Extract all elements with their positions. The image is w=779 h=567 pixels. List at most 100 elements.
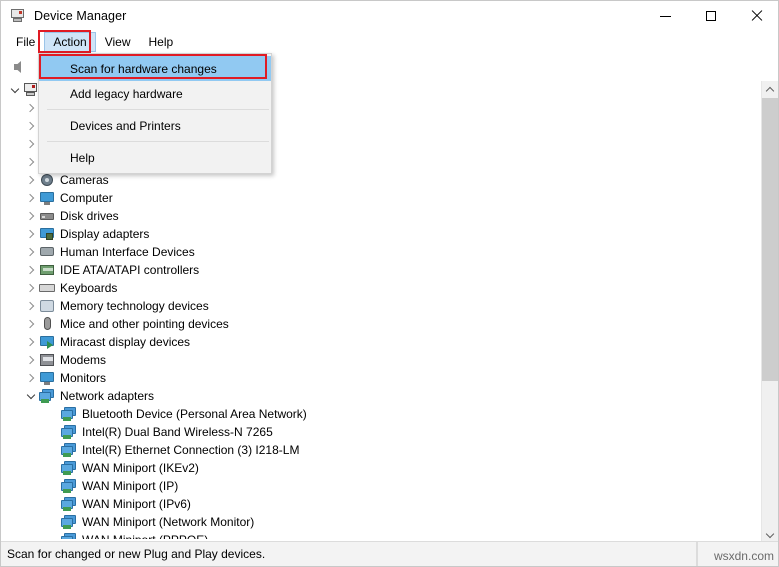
tree-row-label: Modems xyxy=(60,353,107,367)
display-adapter-icon xyxy=(39,226,55,242)
miracast-icon xyxy=(39,334,55,350)
window-title: Device Manager xyxy=(34,9,127,23)
tree-row-memory-tech[interactable]: Memory technology devices xyxy=(1,297,763,315)
expander-memory-tech[interactable] xyxy=(23,298,39,314)
tree-row-disk-drives[interactable]: Disk drives xyxy=(1,207,763,225)
expander-modems[interactable] xyxy=(23,352,39,368)
minimize-icon xyxy=(659,15,671,17)
expander-disk-drives[interactable] xyxy=(23,208,39,224)
tree-row-device[interactable]: WAN Miniport (IPv6) xyxy=(1,495,763,513)
action-dropdown-menu[interactable]: Scan for hardware changes Add legacy har… xyxy=(38,53,272,174)
expander-hidden-2[interactable] xyxy=(23,118,39,134)
tree-row-display-adapters[interactable]: Display adapters xyxy=(1,225,763,243)
menu-file[interactable]: File xyxy=(7,32,44,52)
menu-help[interactable]: Help xyxy=(140,32,183,52)
tree-row-label: Mice and other pointing devices xyxy=(60,317,229,331)
status-message: Scan for changed or new Plug and Play de… xyxy=(7,547,266,561)
maximize-icon xyxy=(706,11,716,21)
tree-row-mice[interactable]: Mice and other pointing devices xyxy=(1,315,763,333)
network-adapter-icon xyxy=(61,496,77,512)
expander-keyboards[interactable] xyxy=(23,280,39,296)
tree-row-miracast[interactable]: Miracast display devices xyxy=(1,333,763,351)
title-bar: Device Manager xyxy=(1,1,778,31)
menu-item-devices-and-printers[interactable]: Devices and Printers xyxy=(39,113,271,138)
scroll-up-button[interactable] xyxy=(762,81,778,98)
tree-row-label: Keyboards xyxy=(60,281,118,295)
expander-miracast[interactable] xyxy=(23,334,39,350)
tree-row-label: Bluetooth Device (Personal Area Network) xyxy=(82,407,307,421)
network-adapter-icon xyxy=(61,406,77,422)
tree-row-monitors[interactable]: Monitors xyxy=(1,369,763,387)
tree-row-label: WAN Miniport (IPv6) xyxy=(82,497,191,511)
window-controls xyxy=(642,1,778,31)
menu-bar: File Action View Help xyxy=(1,31,778,53)
tree-row-hid[interactable]: Human Interface Devices xyxy=(1,243,763,261)
maximize-button[interactable] xyxy=(688,1,734,31)
tree-row-label: Human Interface Devices xyxy=(60,245,195,259)
tree-row-label: Monitors xyxy=(60,371,107,385)
monitor-icon xyxy=(39,370,55,386)
minimize-button[interactable] xyxy=(642,1,688,31)
ide-controller-icon xyxy=(39,262,55,278)
tree-row-label: Intel(R) Dual Band Wireless-N 7265 xyxy=(82,425,273,439)
scroll-up-icon xyxy=(765,86,775,95)
tree-row-device[interactable]: WAN Miniport (Network Monitor) xyxy=(1,513,763,531)
tree-row-device[interactable]: WAN Miniport (PPPOE) xyxy=(1,531,763,539)
tree-row-label: WAN Miniport (PPPOE) xyxy=(82,532,208,539)
camera-icon xyxy=(39,172,55,188)
tree-row-ide-controllers[interactable]: IDE ATA/ATAPI controllers xyxy=(1,261,763,279)
tree-row-label: Disk drives xyxy=(60,209,119,223)
expander-bluetooth[interactable] xyxy=(23,154,39,170)
scrollbar-thumb[interactable] xyxy=(762,98,778,381)
tree-row-label: WAN Miniport (IKEv2) xyxy=(82,461,199,475)
expander-ide-controllers[interactable] xyxy=(23,262,39,278)
expander-cameras[interactable] xyxy=(23,172,39,188)
back-arrow-icon xyxy=(13,61,21,73)
expander-monitors[interactable] xyxy=(23,370,39,386)
close-icon xyxy=(751,10,763,22)
tree-row-network-adapters[interactable]: Network adapters xyxy=(1,387,763,405)
menu-item-add-legacy-hardware[interactable]: Add legacy hardware xyxy=(39,81,271,106)
expander-hidden-3[interactable] xyxy=(23,136,39,152)
network-adapter-icon xyxy=(61,424,77,440)
menu-view[interactable]: View xyxy=(96,32,140,52)
tree-row-keyboards[interactable]: Keyboards xyxy=(1,279,763,297)
back-button[interactable] xyxy=(5,56,29,78)
tree-row-device[interactable]: WAN Miniport (IP) xyxy=(1,477,763,495)
close-button[interactable] xyxy=(734,1,778,31)
tree-row-modems[interactable]: Modems xyxy=(1,351,763,369)
tree-row-label: Memory technology devices xyxy=(60,299,209,313)
network-adapter-icon xyxy=(39,388,55,404)
expander-hidden-1[interactable] xyxy=(23,100,39,116)
expander-display-adapters[interactable] xyxy=(23,226,39,242)
tree-row-device[interactable]: Intel(R) Ethernet Connection (3) I218-LM xyxy=(1,441,763,459)
expander-mice[interactable] xyxy=(23,316,39,332)
disk-drive-icon xyxy=(39,208,55,224)
expander-hid[interactable] xyxy=(23,244,39,260)
network-adapter-icon xyxy=(61,460,77,476)
device-manager-window: Device Manager File Action View Help ✦ C… xyxy=(0,0,779,567)
computer-icon xyxy=(23,82,39,98)
menu-item-scan-for-hardware-changes[interactable]: Scan for hardware changes xyxy=(39,56,271,81)
tree-row-label: Computer xyxy=(60,191,113,205)
expander-network-adapters[interactable] xyxy=(23,388,39,404)
mouse-icon xyxy=(39,316,55,332)
hid-icon xyxy=(39,244,55,260)
tree-row-label: WAN Miniport (IP) xyxy=(82,479,179,493)
tree-row-computer[interactable]: Computer xyxy=(1,189,763,207)
tree-row-device[interactable]: WAN Miniport (IKEv2) xyxy=(1,459,763,477)
status-bar: Scan for changed or new Plug and Play de… xyxy=(1,541,778,566)
tree-row-label: Network adapters xyxy=(60,389,155,403)
tree-row-device[interactable]: Bluetooth Device (Personal Area Network) xyxy=(1,405,763,423)
modem-icon xyxy=(39,352,55,368)
tree-row-label: WAN Miniport (Network Monitor) xyxy=(82,515,255,529)
menu-item-help[interactable]: Help xyxy=(39,145,271,170)
menu-separator xyxy=(47,141,269,142)
menu-action[interactable]: Action xyxy=(44,32,96,52)
expander-computer[interactable] xyxy=(23,190,39,206)
menu-separator xyxy=(47,109,269,110)
tree-row-device[interactable]: Intel(R) Dual Band Wireless-N 7265 xyxy=(1,423,763,441)
vertical-scrollbar[interactable] xyxy=(761,81,778,543)
expander-root[interactable] xyxy=(7,82,23,98)
scroll-down-icon xyxy=(765,529,775,538)
